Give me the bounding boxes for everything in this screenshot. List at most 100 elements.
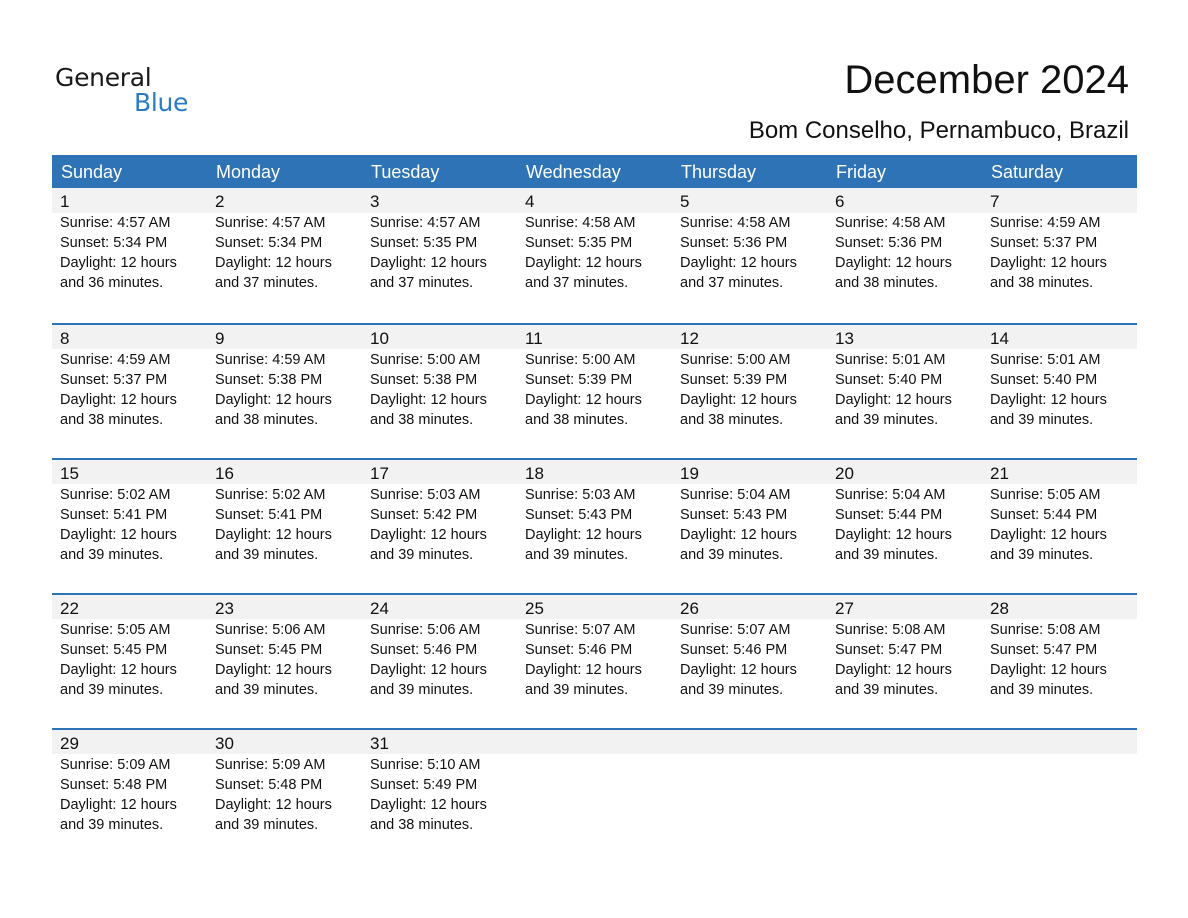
weekday-header-wednesday: Wednesday: [526, 162, 621, 182]
day-number: 27: [835, 599, 854, 618]
day-cell: 5 Sunrise: 4:58 AM Sunset: 5:36 PM Daylight…: [672, 188, 827, 293]
day-number: 6: [835, 192, 845, 211]
daylight-text: Daylight: 12 hours: [525, 392, 642, 408]
sunset-text: Sunset: 5:40 PM: [990, 372, 1098, 388]
daylight-minutes-text: and 39 minutes.: [990, 547, 1094, 563]
day-number: 4: [525, 192, 535, 211]
sunset-text: Sunset: 5:41 PM: [60, 507, 168, 523]
daylight-text: Daylight: 12 hours: [990, 255, 1107, 271]
day-cell: 3 Sunrise: 4:57 AM Sunset: 5:35 PM Daylight…: [362, 188, 517, 293]
sunset-text: Sunset: 5:36 PM: [835, 235, 943, 251]
daylight-minutes-text: and 37 minutes.: [370, 275, 474, 291]
empty-day-cell: [827, 730, 982, 835]
daylight-minutes-text: and 39 minutes.: [215, 817, 319, 833]
daylight-minutes-text: and 39 minutes.: [835, 412, 939, 428]
daylight-minutes-text: and 38 minutes.: [370, 412, 474, 428]
sunrise-text: Sunrise: 5:03 AM: [370, 487, 481, 503]
sunrise-text: Sunrise: 5:05 AM: [60, 622, 171, 638]
day-cell: 21 Sunrise: 5:05 AM Sunset: 5:44 PM Dayligh…: [982, 460, 1137, 565]
week-row: 22 Sunrise: 5:05 AM Sunset: 5:45 PM Dayligh…: [52, 593, 1137, 728]
sunrise-text: Sunrise: 4:58 AM: [680, 215, 791, 231]
sunrise-text: Sunrise: 5:05 AM: [990, 487, 1101, 503]
daylight-text: Daylight: 12 hours: [680, 392, 797, 408]
weekday-header-saturday: Saturday: [991, 162, 1064, 182]
sunrise-text: Sunrise: 5:10 AM: [370, 757, 481, 773]
sunset-text: Sunset: 5:46 PM: [680, 642, 788, 658]
empty-day-cell: [982, 730, 1137, 835]
day-number: 28: [990, 599, 1009, 618]
weekday-header-tuesday: Tuesday: [371, 162, 440, 182]
day-cell: 27 Sunrise: 5:08 AM Sunset: 5:47 PM Dayligh…: [827, 595, 982, 700]
daylight-text: Daylight: 12 hours: [60, 527, 177, 543]
day-number: 29: [60, 734, 79, 753]
sunset-text: Sunset: 5:41 PM: [215, 507, 323, 523]
daylight-text: Daylight: 12 hours: [680, 255, 797, 271]
day-cell: 4 Sunrise: 4:58 AM Sunset: 5:35 PM Daylight…: [517, 188, 672, 293]
daylight-minutes-text: and 39 minutes.: [60, 817, 164, 833]
daylight-minutes-text: and 39 minutes.: [525, 682, 629, 698]
day-cell: 15 Sunrise: 5:02 AM Sunset: 5:41 PM Dayligh…: [52, 460, 207, 565]
daylight-text: Daylight: 12 hours: [835, 662, 952, 678]
day-cell: 6 Sunrise: 4:58 AM Sunset: 5:36 PM Daylight…: [827, 188, 982, 293]
day-number: [525, 730, 672, 755]
weekday-header-sunday: Sunday: [61, 162, 123, 182]
day-cell: 8 Sunrise: 4:59 AM Sunset: 5:37 PM Daylight…: [52, 325, 207, 430]
sunrise-text: Sunrise: 5:07 AM: [680, 622, 791, 638]
daylight-text: Daylight: 12 hours: [525, 662, 642, 678]
daylight-text: Daylight: 12 hours: [215, 392, 332, 408]
sunset-text: Sunset: 5:48 PM: [215, 777, 323, 793]
sunset-text: Sunset: 5:38 PM: [370, 372, 478, 388]
day-number: [680, 730, 827, 755]
day-cell: 12 Sunrise: 5:00 AM Sunset: 5:39 PM Dayligh…: [672, 325, 827, 430]
sunrise-text: Sunrise: 5:09 AM: [60, 757, 171, 773]
sunrise-text: Sunrise: 5:02 AM: [60, 487, 171, 503]
day-cell: 29 Sunrise: 5:09 AM Sunset: 5:48 PM Dayligh…: [52, 730, 207, 835]
daylight-minutes-text: and 39 minutes.: [215, 547, 319, 563]
sunrise-text: Sunrise: 5:04 AM: [680, 487, 791, 503]
daylight-text: Daylight: 12 hours: [60, 797, 177, 813]
sunrise-text: Sunrise: 4:58 AM: [525, 215, 636, 231]
sunrise-text: Sunrise: 5:02 AM: [215, 487, 326, 503]
sunset-text: Sunset: 5:48 PM: [60, 777, 168, 793]
daylight-text: Daylight: 12 hours: [835, 392, 952, 408]
daylight-text: Daylight: 12 hours: [525, 527, 642, 543]
daylight-minutes-text: and 39 minutes.: [680, 547, 784, 563]
daylight-text: Daylight: 12 hours: [370, 255, 487, 271]
page-title: December 2024: [844, 58, 1129, 102]
sunrise-text: Sunrise: 4:57 AM: [60, 215, 171, 231]
sunrise-text: Sunrise: 5:07 AM: [525, 622, 636, 638]
daylight-text: Daylight: 12 hours: [990, 392, 1107, 408]
day-number: 23: [215, 599, 234, 618]
daylight-text: Daylight: 12 hours: [370, 392, 487, 408]
weeks-container: 1 Sunrise: 4:57 AM Sunset: 5:34 PM Daylight…: [52, 188, 1137, 863]
days-row: 29 Sunrise: 5:09 AM Sunset: 5:48 PM Dayligh…: [52, 730, 1137, 835]
day-number: [990, 730, 1137, 755]
daylight-minutes-text: and 37 minutes.: [215, 275, 319, 291]
sunset-text: Sunset: 5:39 PM: [525, 372, 633, 388]
day-number: 26: [680, 599, 699, 618]
day-cell: 26 Sunrise: 5:07 AM Sunset: 5:46 PM Dayligh…: [672, 595, 827, 700]
daylight-text: Daylight: 12 hours: [60, 662, 177, 678]
daylight-minutes-text: and 39 minutes.: [835, 682, 939, 698]
day-cell: 24 Sunrise: 5:06 AM Sunset: 5:46 PM Dayligh…: [362, 595, 517, 700]
daylight-minutes-text: and 39 minutes.: [215, 682, 319, 698]
daylight-minutes-text: and 39 minutes.: [60, 682, 164, 698]
empty-day-cell: [672, 730, 827, 835]
day-cell: 18 Sunrise: 5:03 AM Sunset: 5:43 PM Dayligh…: [517, 460, 672, 565]
daylight-text: Daylight: 12 hours: [990, 662, 1107, 678]
day-number: 21: [990, 464, 1009, 483]
calendar-grid: Sunday Monday Tuesday Wednesday Thursday Frid…: [52, 155, 1137, 863]
sunrise-text: Sunrise: 4:59 AM: [215, 352, 326, 368]
weekday-header-row: Sunday Monday Tuesday Wednesday Thursday Frid…: [52, 155, 1137, 188]
sunset-text: Sunset: 5:47 PM: [835, 642, 943, 658]
day-number: 10: [370, 329, 389, 348]
daylight-text: Daylight: 12 hours: [990, 527, 1107, 543]
daylight-minutes-text: and 39 minutes.: [990, 682, 1094, 698]
day-cell: 10 Sunrise: 5:00 AM Sunset: 5:38 PM Dayligh…: [362, 325, 517, 430]
weekday-header-friday: Friday: [836, 162, 887, 182]
sunrise-text: Sunrise: 5:01 AM: [990, 352, 1101, 368]
day-number: 11: [525, 329, 543, 348]
daylight-text: Daylight: 12 hours: [215, 527, 332, 543]
sunset-text: Sunset: 5:44 PM: [990, 507, 1098, 523]
sunrise-text: Sunrise: 5:00 AM: [525, 352, 636, 368]
